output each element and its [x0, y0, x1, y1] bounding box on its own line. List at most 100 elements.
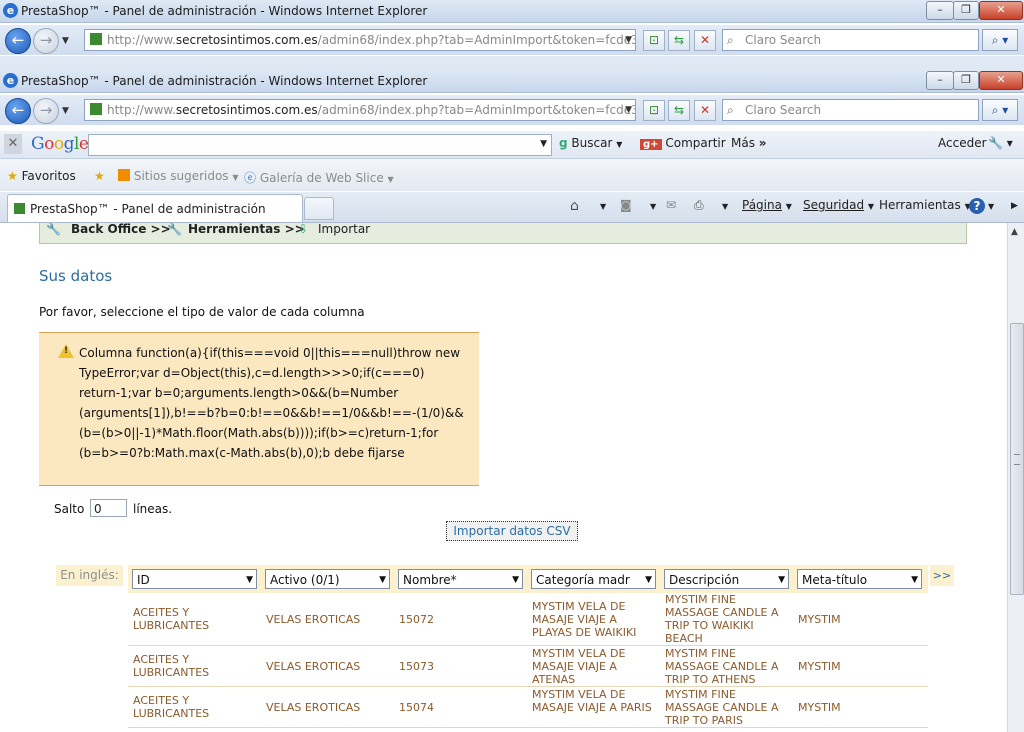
history-dropdown-icon[interactable]: ▼ [62, 36, 69, 46]
nav-bar-back: ← → ▼ http://www.secretosintimos.com.es/… [0, 25, 1024, 55]
mail-icon[interactable]: ✉ [666, 198, 676, 212]
help-dropdown-icon[interactable]: ▼ [988, 202, 994, 211]
column-select-1[interactable]: ID ▼ [132, 569, 257, 589]
scroll-up-icon[interactable]: ▲ [1011, 227, 1018, 237]
search-go-button[interactable]: ⌕ ▾ [982, 99, 1018, 121]
add-favorite-icon[interactable]: ★ [94, 169, 105, 183]
google-search-input[interactable]: ▼ [88, 134, 552, 156]
pagina-menu[interactable]: Página ▼ [742, 198, 792, 212]
warning-text: Columna function(a){if(this===void 0||th… [79, 346, 464, 460]
table-cell: ACEITES Y LUBRICANTES [133, 653, 210, 679]
address-dropdown-icon[interactable]: ▼ [625, 30, 632, 50]
chevron-down-icon: ▼ [379, 575, 386, 585]
table-cell: MYSTIM FINE MASSAGE CANDLE A TRIP TO WAI… [665, 593, 779, 645]
history-dropdown-icon[interactable]: ▼ [62, 106, 69, 116]
search-input[interactable]: ⌕ Claro Search [722, 99, 979, 121]
seguridad-menu[interactable]: Seguridad ▼ [803, 198, 874, 212]
feeds-icon[interactable]: ◙ [620, 198, 632, 212]
address-bar[interactable]: http://www.secretosintimos.com.es/admin6… [84, 99, 636, 121]
buscar-button[interactable]: g Buscar ▼ [559, 136, 622, 150]
column-select-4[interactable]: Categoría madr ▼ [531, 569, 656, 589]
sitios-sugeridos-link[interactable]: Sitios sugeridos ▼ [118, 169, 239, 183]
back-icon[interactable]: ← [5, 98, 31, 124]
site-favicon-icon [90, 33, 102, 45]
table-cell: MYSTIM VELA DE MASAJE VIAJE A PLAYAS DE … [532, 600, 637, 639]
column-select-6[interactable]: Meta-título ▼ [797, 569, 922, 589]
acceder-button[interactable]: Acceder [938, 136, 987, 150]
chevron-down-icon: ▼ [512, 575, 519, 585]
compartir-button[interactable]: g+ Compartir [640, 136, 726, 150]
column-select-5[interactable]: Descripción ▼ [664, 569, 789, 589]
feeds-dropdown-icon[interactable]: ▼ [650, 202, 656, 211]
favoritos-button[interactable]: ★ Favoritos [7, 169, 76, 183]
stop-icon[interactable]: ✕ [694, 100, 716, 121]
restore-button[interactable]: ❐ [953, 1, 979, 20]
address-dropdown-icon[interactable]: ▼ [625, 100, 632, 120]
scrollbar-thumb[interactable] [1010, 323, 1024, 595]
search-input[interactable]: ⌕ Claro Search [722, 29, 979, 51]
mas-button[interactable]: Más » [731, 136, 767, 150]
address-bar[interactable]: http://www.secretosintimos.com.es/admin6… [84, 29, 636, 51]
tab-row: PrestaShop™ - Panel de administración ⌂ … [0, 192, 1024, 223]
chevron-down-icon: ▼ [911, 575, 918, 585]
share-icon: g+ [640, 139, 662, 150]
forward-icon[interactable]: → [33, 98, 59, 124]
google-search-dropdown-icon[interactable]: ▼ [540, 139, 547, 149]
wrench-icon[interactable]: 🔧 ▾ [988, 136, 1013, 150]
table-cell: MYSTIM [798, 613, 841, 626]
search-icon: ⌕ [727, 33, 734, 47]
home-dropdown-icon[interactable]: ▼ [600, 202, 606, 211]
refresh-icon[interactable]: ⇆ [668, 30, 690, 51]
table-cell: ACEITES Y LUBRICANTES [133, 606, 210, 632]
warning-icon [58, 344, 74, 358]
page-title: Sus datos [39, 267, 113, 285]
tab-prestashop[interactable]: PrestaShop™ - Panel de administración [7, 194, 303, 222]
forward-icon[interactable]: → [33, 28, 59, 54]
close-toolbar-icon[interactable]: ✕ [4, 134, 22, 154]
window-title: PrestaShop™ - Panel de administración - … [21, 74, 428, 88]
table-cell: MYSTIM FINE MASSAGE CANDLE A TRIP TO PAR… [665, 688, 779, 727]
search-go-button[interactable]: ⌕ ▾ [982, 29, 1018, 51]
galeria-web-slice-link[interactable]: ⓔ Galería de Web Slice ▼ [244, 169, 394, 186]
new-tab-button[interactable] [304, 197, 334, 220]
skip-lines-input[interactable]: 0 [90, 499, 127, 517]
ie-logo-icon: e [3, 73, 18, 88]
table-row: ACEITES Y LUBRICANTES VELAS EROTICAS 150… [128, 687, 928, 728]
breadcrumb-back-office[interactable]: Back Office >> [71, 223, 171, 236]
language-label: En inglés: [56, 565, 123, 586]
table-row: ACEITES Y LUBRICANTES VELAS EROTICAS 150… [128, 593, 928, 646]
table-cell: 15073 [399, 660, 434, 673]
chevron-down-icon: ▼ [778, 575, 785, 585]
help-icon[interactable]: ? [969, 198, 985, 214]
next-columns-button[interactable]: >> [930, 565, 954, 586]
column-select-3[interactable]: Nombre* ▼ [398, 569, 523, 589]
table-cell: MYSTIM [798, 701, 841, 714]
chevron-right-icon[interactable]: ▶ [1011, 201, 1018, 211]
restore-button[interactable]: ❐ [953, 71, 979, 90]
close-button[interactable]: ✕ [979, 1, 1023, 20]
window-title: PrestaShop™ - Panel de administración - … [21, 4, 428, 18]
minimize-button[interactable]: – [926, 1, 954, 20]
print-icon[interactable]: ⎙ [694, 198, 704, 213]
compat-view-icon[interactable]: ⊡ [643, 30, 665, 51]
home-icon[interactable]: ⌂ [570, 198, 579, 214]
column-select-2[interactable]: Activo (0/1) ▼ [265, 569, 390, 589]
page-scrollbar[interactable]: ▲ [1007, 223, 1024, 732]
table-cell: MYSTIM VELA DE MASAJE VIAJE A ATENAS [532, 647, 626, 686]
table-cell: ACEITES Y LUBRICANTES [133, 694, 210, 720]
table-cell: MYSTIM VELA DE MASAJE VIAJE A PARIS [532, 688, 652, 714]
breadcrumb-herramientas[interactable]: Herramientas >> [188, 223, 305, 236]
refresh-icon[interactable]: ⇆ [668, 100, 690, 121]
import-csv-button[interactable]: Importar datos CSV [446, 521, 578, 541]
lineas-label: líneas. [133, 502, 173, 516]
compat-view-icon[interactable]: ⊡ [643, 100, 665, 121]
page-content: 🔧 Back Office >> 🔧 Herramientas >> ⇩ Imp… [0, 223, 1008, 732]
table-row: ACEITES Y LUBRICANTES VELAS EROTICAS 150… [128, 646, 928, 687]
instruction-text: Por favor, seleccione el tipo de valor d… [39, 305, 365, 319]
print-dropdown-icon[interactable]: ▼ [722, 202, 728, 211]
stop-icon[interactable]: ✕ [694, 30, 716, 51]
herramientas-menu[interactable]: Herramientas ▼ [879, 198, 971, 212]
minimize-button[interactable]: – [926, 71, 954, 90]
close-button[interactable]: ✕ [979, 71, 1023, 90]
back-icon[interactable]: ← [5, 28, 31, 54]
